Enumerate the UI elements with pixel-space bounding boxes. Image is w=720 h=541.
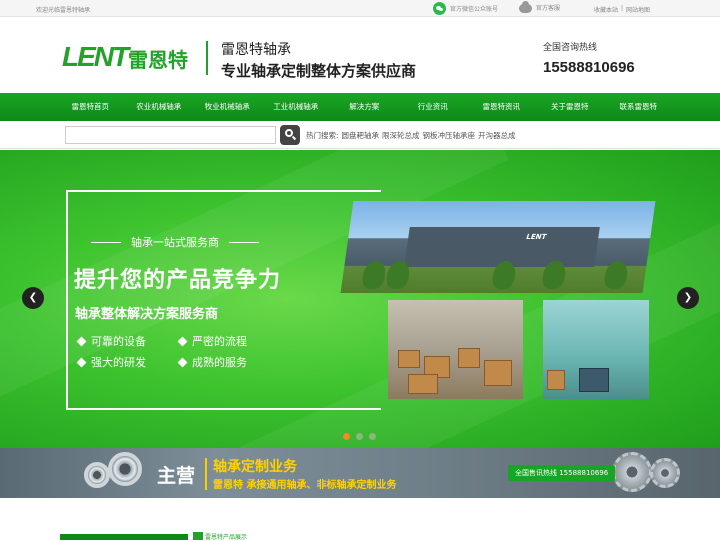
hot-search-label: 热门搜索: — [306, 131, 339, 140]
gear-image — [650, 458, 680, 488]
slider-dot[interactable] — [369, 433, 376, 440]
nav-item-industrial[interactable]: 工业机械轴承 — [262, 93, 331, 121]
nav-item-agricultural[interactable]: 农业机械轴承 — [125, 93, 194, 121]
slider-dot[interactable] — [343, 433, 350, 440]
feature-item: 可靠的设备 — [76, 333, 146, 349]
hot-search: 热门搜索: 圆盘耙轴承 限深轮总成 钢板冲压轴承座 开沟器总成 — [306, 130, 516, 141]
top-bar: 欢迎光临雷恩特轴承 官方微信公众账号 官方客服 收藏本站 | 网站地图 — [0, 0, 720, 17]
logo-divider — [206, 41, 208, 75]
nav-item-contact[interactable]: 联系雷恩特 — [604, 93, 673, 121]
hot-word-link[interactable]: 钢板冲压轴承座 — [423, 130, 476, 141]
service-icon — [519, 1, 532, 13]
hotline-number: 15588810696 — [543, 59, 635, 76]
site-header: LENT 雷恩特 雷恩特轴承 专业轴承定制整体方案供应商 全国咨询热线 1558… — [0, 17, 720, 93]
section-bar — [60, 534, 188, 540]
service-link[interactable]: 官方客服 — [519, 1, 561, 13]
diamond-icon — [76, 336, 87, 346]
bookmark-link[interactable]: 收藏本站 — [594, 5, 618, 14]
products-section: 雷恩特产品展示 — [0, 498, 720, 541]
banner-tagline-text: 轴承一站式服务商 — [131, 236, 219, 249]
slider-prev-button[interactable]: ❮ — [22, 287, 44, 309]
wechat-icon — [433, 2, 446, 15]
hot-word-link[interactable]: 圆盘耙轴承 — [342, 130, 380, 141]
business-title: 轴承定制业务 — [213, 459, 297, 475]
banner-subline: 轴承整体解决方案服务商 — [75, 307, 219, 322]
hero-banner: 轴承一站式服务商 提升您的产品竞争力 轴承整体解决方案服务商 可靠的设备 严密的… — [0, 150, 720, 448]
hot-word-link[interactable]: 开沟器总成 — [478, 130, 516, 141]
wechat-label: 官方微信公众账号 — [450, 6, 499, 13]
brand-name: 雷恩特轴承 — [221, 42, 291, 58]
chevron-left-icon: ❮ — [28, 292, 38, 303]
nav-item-about[interactable]: 关于雷恩特 — [536, 93, 605, 121]
feature-item: 成熟的服务 — [177, 354, 247, 370]
section-icon — [193, 532, 203, 540]
diamond-icon — [177, 336, 188, 346]
diamond-icon — [76, 357, 87, 367]
nav-item-livestock[interactable]: 牧业机械轴承 — [193, 93, 262, 121]
factory-photo: LENT — [340, 201, 656, 293]
service-label: 官方客服 — [536, 5, 561, 12]
banner-headline: 提升您的产品竞争力 — [74, 268, 282, 293]
diamond-icon — [177, 357, 188, 367]
chevron-right-icon: ❯ — [683, 292, 693, 303]
sitemap-link[interactable]: 网站地图 — [626, 5, 650, 14]
wechat-link[interactable]: 官方微信公众账号 — [433, 2, 498, 15]
link-separator: | — [621, 5, 624, 12]
logo-text[interactable]: 雷恩特 — [128, 44, 188, 73]
search-button[interactable] — [280, 125, 300, 145]
business-separator — [205, 458, 207, 490]
hotline-label: 全国咨询热线 — [543, 43, 598, 53]
bearing-image — [84, 462, 110, 488]
feature-item: 严密的流程 — [177, 333, 247, 349]
slider-dot[interactable] — [356, 433, 363, 440]
business-banner[interactable]: 主营 轴承定制业务 雷恩特 承接通用轴承、非标轴承定制业务 全国售讯热线 155… — [0, 448, 720, 498]
brand-slogan: 专业轴承定制整体方案供应商 — [221, 62, 417, 80]
search-row: 热门搜索: 圆盘耙轴承 限深轮总成 钢板冲压轴承座 开沟器总成 — [0, 121, 720, 149]
slider-dots — [343, 433, 376, 440]
search-input[interactable] — [65, 126, 276, 144]
workshop-photo — [543, 300, 649, 399]
slider-next-button[interactable]: ❯ — [677, 287, 699, 309]
business-hotline-badge[interactable]: 全国售讯热线 15588810696 — [508, 465, 616, 481]
warehouse-photo — [388, 300, 523, 399]
nav-item-solutions[interactable]: 解决方案 — [330, 93, 399, 121]
banner-frame — [66, 190, 381, 410]
logo-mark[interactable]: LENT — [62, 41, 129, 73]
gear-image — [612, 452, 652, 492]
nav-item-company-news[interactable]: 雷恩特资讯 — [467, 93, 536, 121]
business-main-label: 主营 — [157, 465, 196, 487]
hot-word-link[interactable]: 限深轮总成 — [382, 130, 420, 141]
bearing-image — [108, 452, 142, 486]
nav-item-industry-news[interactable]: 行业资讯 — [399, 93, 468, 121]
business-description: 雷恩特 承接通用轴承、非标轴承定制业务 — [213, 480, 397, 491]
top-links: 收藏本站 | 网站地图 — [594, 5, 650, 14]
main-nav: 雷恩特首页 农业机械轴承 牧业机械轴承 工业机械轴承 解决方案 行业资讯 雷恩特… — [0, 93, 720, 121]
nav-item-home[interactable]: 雷恩特首页 — [56, 93, 125, 121]
banner-tagline: 轴承一站式服务商 — [91, 234, 259, 250]
feature-item: 强大的研发 — [76, 354, 146, 370]
factory-logo: LENT — [525, 233, 547, 241]
welcome-text: 欢迎光临雷恩特轴承 — [36, 7, 91, 14]
